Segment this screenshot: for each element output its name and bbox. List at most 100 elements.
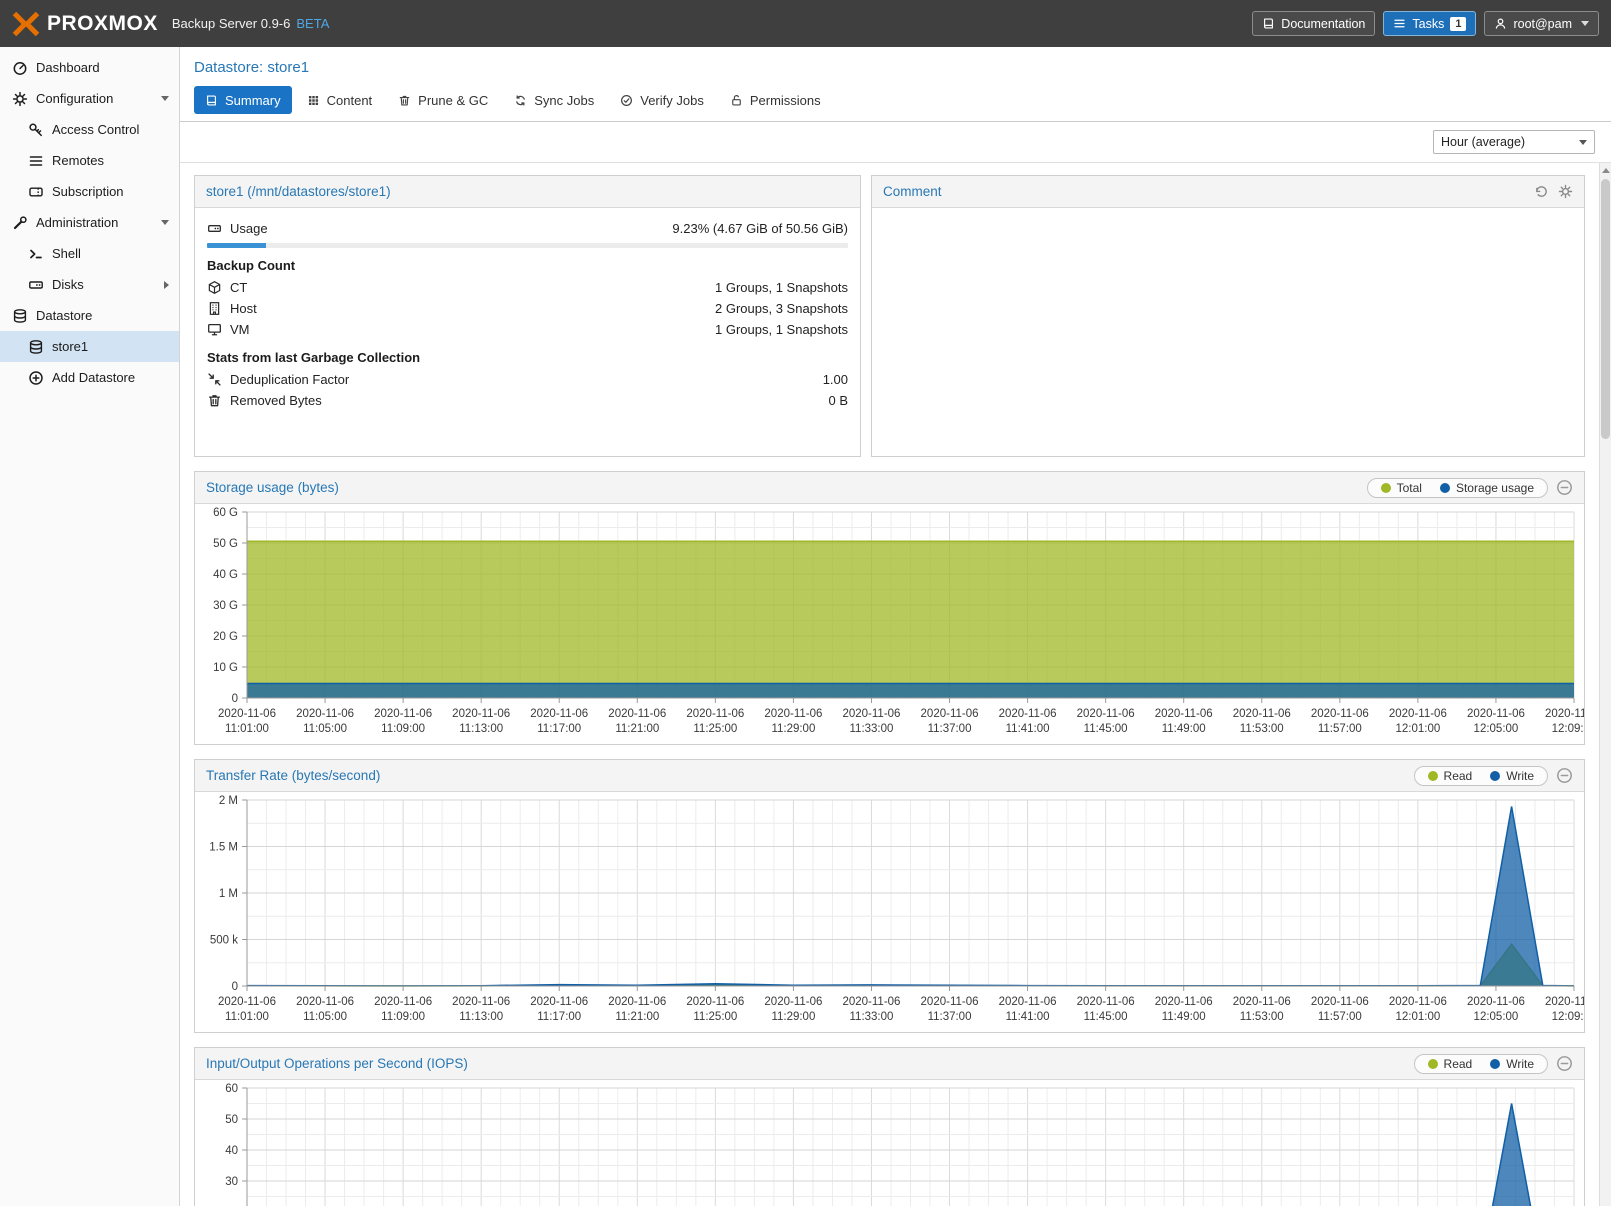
svg-text:2020-11-0612:05:00: 2020-11-0612:05:00 (1467, 996, 1525, 1023)
tab-sync-jobs[interactable]: Sync Jobs (503, 86, 605, 114)
svg-text:2020-11-0611:25:00: 2020-11-0611:25:00 (686, 996, 744, 1023)
comment-text[interactable] (872, 208, 1584, 456)
tasks-button[interactable]: Tasks 1 (1383, 11, 1476, 36)
comment-panel: Comment (871, 175, 1585, 457)
svg-text:2020-11-0611:09:00: 2020-11-0611:09:00 (374, 996, 432, 1023)
chart-legend: Read Write (1414, 1054, 1548, 1074)
usage-label: Usage (230, 221, 268, 236)
datastore-info-panel: store1 (/mnt/datastores/store1) Usage 9.… (194, 175, 861, 457)
hdd-icon (207, 221, 222, 236)
sidebar-item-access-control[interactable]: Access Control (0, 114, 179, 145)
svg-text:2020-11-0611:01:00: 2020-11-0611:01:00 (218, 996, 276, 1023)
list-icon (28, 153, 44, 169)
svg-text:2020-11-0611:41:00: 2020-11-0611:41:00 (999, 708, 1057, 735)
database-icon (28, 339, 44, 355)
book-icon (205, 94, 218, 107)
tab-permissions[interactable]: Permissions (719, 86, 832, 114)
legend-item[interactable]: Read (1419, 769, 1482, 783)
svg-text:2020-11-0611:21:00: 2020-11-0611:21:00 (608, 708, 666, 735)
svg-text:2020-11-0611:01:00: 2020-11-0611:01:00 (218, 708, 276, 735)
summary-content: store1 (/mnt/datastores/store1) Usage 9.… (180, 163, 1599, 1206)
usage-value: 9.23% (4.67 GiB of 50.56 GiB) (672, 221, 848, 236)
desktop-icon (207, 322, 222, 337)
legend-item[interactable]: Total (1372, 481, 1431, 495)
sidebar-item-disks[interactable]: Disks (0, 269, 179, 300)
tab-verify-jobs[interactable]: Verify Jobs (609, 86, 715, 114)
chevron-down-icon[interactable] (161, 220, 169, 225)
svg-text:1 M: 1 M (219, 888, 238, 900)
ct-count-row: CT 1 Groups, 1 Snapshots (207, 277, 848, 298)
beta-link[interactable]: BETA (296, 16, 329, 31)
scrollbar-thumb[interactable] (1601, 179, 1610, 439)
page-title: Datastore: store1 (194, 59, 1597, 76)
grid-icon (307, 94, 320, 107)
chevron-right-icon[interactable] (164, 281, 169, 289)
svg-text:2020-11-0612:09:00: 2020-11-0612:09:00 (1545, 996, 1584, 1023)
reload-icon[interactable] (1534, 184, 1549, 199)
gear-icon[interactable] (1558, 184, 1573, 199)
usage-row: Usage 9.23% (4.67 GiB of 50.56 GiB) (207, 218, 848, 239)
book-icon (1262, 17, 1275, 30)
sidebar-item-subscription[interactable]: Subscription (0, 176, 179, 207)
svg-text:60 G: 60 G (213, 507, 238, 519)
tab-prune-gc[interactable]: Prune & GC (387, 86, 499, 114)
legend-item[interactable]: Storage usage (1431, 481, 1543, 495)
documentation-label: Documentation (1281, 17, 1365, 31)
tab-summary[interactable]: Summary (194, 86, 292, 114)
svg-text:2020-11-0611:33:00: 2020-11-0611:33:00 (842, 708, 900, 735)
svg-text:2020-11-0611:57:00: 2020-11-0611:57:00 (1311, 996, 1369, 1023)
gauge-icon (12, 60, 28, 76)
sidebar-item-shell[interactable]: Shell (0, 238, 179, 269)
scroll-up-arrow[interactable] (1600, 163, 1611, 177)
sidebar-item-administration[interactable]: Administration (0, 207, 179, 238)
chart-title: Input/Output Operations per Second (IOPS… (206, 1056, 468, 1071)
terminal-icon (28, 246, 44, 262)
sidebar-item-datastore[interactable]: Datastore (0, 300, 179, 331)
usage-progress-bar (207, 243, 848, 248)
documentation-button[interactable]: Documentation (1252, 11, 1375, 36)
chevron-down-icon[interactable] (161, 96, 169, 101)
top-header: PROXMOX Backup Server 0.9-6 BETA Documen… (0, 0, 1611, 47)
panel-title: store1 (/mnt/datastores/store1) (206, 184, 391, 199)
gear-icon (12, 91, 28, 107)
database-icon (12, 308, 28, 324)
chart-title: Transfer Rate (bytes/second) (206, 768, 380, 783)
svg-text:2020-11-0611:05:00: 2020-11-0611:05:00 (296, 708, 354, 735)
unlock-icon (730, 94, 743, 107)
svg-text:2020-11-0611:09:00: 2020-11-0611:09:00 (374, 708, 432, 735)
sidebar-item-configuration[interactable]: Configuration (0, 83, 179, 114)
tab-content[interactable]: Content (296, 86, 384, 114)
user-menu-button[interactable]: root@pam (1484, 11, 1599, 36)
legend-dot (1428, 1059, 1438, 1069)
legend-item[interactable]: Write (1481, 1057, 1543, 1071)
legend-dot (1440, 483, 1450, 493)
tasks-label: Tasks (1412, 17, 1444, 31)
collapse-chart-icon[interactable] (1556, 767, 1573, 784)
chart-legend: Total Storage usage (1367, 478, 1548, 498)
legend-dot (1428, 771, 1438, 781)
svg-text:50: 50 (225, 1114, 238, 1126)
collapse-chart-icon[interactable] (1556, 479, 1573, 496)
sidebar-item-remotes[interactable]: Remotes (0, 145, 179, 176)
svg-text:0: 0 (232, 693, 238, 705)
sidebar-item-dashboard[interactable]: Dashboard (0, 52, 179, 83)
transfer-rate-chart-panel: Transfer Rate (bytes/second) ReadWrite 0… (194, 759, 1585, 1033)
legend-label: Total (1397, 481, 1422, 495)
legend-label: Write (1506, 1057, 1534, 1071)
sidebar-item-add-datastore[interactable]: Add Datastore (0, 362, 179, 393)
key-icon (28, 122, 44, 138)
svg-text:500 k: 500 k (210, 935, 238, 947)
timeframe-value: Hour (average) (1441, 135, 1525, 149)
vm-count-row: VM 1 Groups, 1 Snapshots (207, 319, 848, 340)
legend-item[interactable]: Read (1419, 1057, 1482, 1071)
scrollbar[interactable] (1599, 163, 1611, 1206)
host-count-row: Host 2 Groups, 3 Snapshots (207, 298, 848, 319)
legend-item[interactable]: Write (1481, 769, 1543, 783)
sidebar-item-store1[interactable]: store1 (0, 331, 179, 362)
compress-icon (207, 372, 222, 387)
legend-label: Read (1444, 1057, 1473, 1071)
collapse-chart-icon[interactable] (1556, 1055, 1573, 1072)
svg-text:2020-11-0611:13:00: 2020-11-0611:13:00 (452, 996, 510, 1023)
timeframe-select[interactable]: Hour (average) (1433, 130, 1595, 154)
proxmox-x-icon (12, 12, 40, 36)
